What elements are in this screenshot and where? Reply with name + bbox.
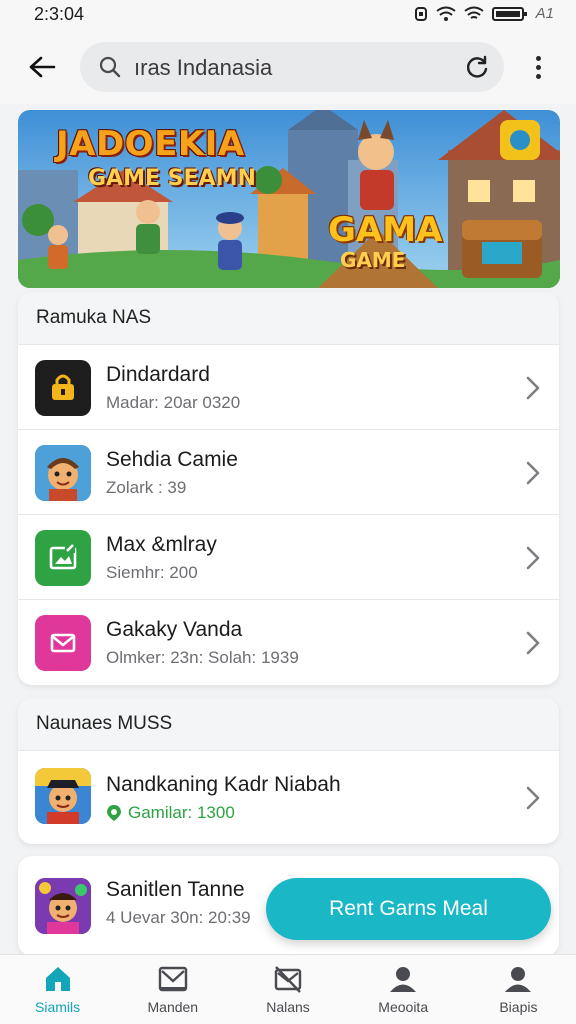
nav-item-home[interactable]: Siamils (0, 955, 115, 1024)
chevron-right-icon (526, 786, 540, 810)
character-icon (35, 878, 91, 934)
more-options-button[interactable] (524, 50, 552, 84)
wifi-icon (436, 6, 456, 22)
battery-icon (491, 6, 528, 22)
nav-item-profile[interactable]: Biapis (461, 955, 576, 1024)
item-subtitle: Zolark : 39 (106, 478, 187, 497)
item-subtitle: 4 Uevar 30n: 20:39 (106, 908, 251, 927)
item-subtitle-group: Gamilar: 1300 (106, 803, 235, 823)
banner-badge-subtitle: GAME (340, 248, 406, 272)
list-item[interactable]: Nandkaning Kadr Niabah Gamilar: 1300 (18, 750, 559, 844)
user-icon (390, 967, 417, 992)
home-icon (45, 967, 70, 991)
item-subtitle: Siemhr: 200 (106, 563, 198, 582)
search-icon (99, 56, 121, 78)
chevron-right-icon (526, 461, 540, 485)
section-header: Naunaes MUSS (18, 698, 559, 750)
banner-subtitle: GAME SEAMN (88, 166, 256, 191)
banner-badge-title: GAMA (328, 210, 443, 250)
section-card-1: Ramuka NAS Dindardard Madar: 20ar 0320 S… (18, 292, 559, 685)
nav-item-crossed-mail[interactable]: Nalans (230, 955, 345, 1024)
list-item[interactable]: Max &mlray Siemhr: 200 (18, 514, 559, 599)
game-banner[interactable]: JADOEKIA GAME SEAMN GAMA GAME (18, 110, 560, 288)
banner-title: JADOEKIA (56, 124, 245, 164)
crossed-mail-icon (274, 966, 302, 993)
back-arrow-icon (29, 56, 56, 78)
item-subtitle: Gamilar: 1300 (128, 803, 235, 822)
nav-item-mail[interactable]: Manden (115, 955, 230, 1024)
item-title: Gakaky Vanda (106, 618, 243, 641)
list-item[interactable]: Gakaky Vanda Olmker: 23n: Solah: 1939 (18, 599, 559, 684)
more-dot (535, 73, 541, 79)
bottom-nav: Siamils Manden Nalans Meooita Biapis (0, 954, 576, 1024)
refresh-icon[interactable] (464, 54, 490, 80)
item-title: Sehdia Camie (106, 448, 238, 471)
more-dot (535, 55, 541, 61)
nav-label: Meooita (378, 999, 429, 1015)
battery-text: A1 (535, 5, 554, 22)
chevron-right-icon (526, 631, 540, 655)
status-bar: 2:3:04 A1 (0, 0, 576, 30)
list-item[interactable]: Dindardard Madar: 20ar 0320 (18, 344, 559, 429)
item-title: Dindardard (106, 363, 210, 386)
status-icons: A1 (414, 5, 554, 22)
nav-label: Nalans (266, 999, 310, 1015)
search-input[interactable] (134, 55, 454, 81)
nav-item-user[interactable]: Meooita (346, 955, 461, 1024)
section-header: Ramuka NAS (18, 292, 559, 344)
rent-games-button[interactable]: Rent Garns Meal (266, 878, 551, 940)
item-subtitle: Madar: 20ar 0320 (106, 393, 241, 412)
image-icon (35, 530, 91, 586)
alarm-icon (414, 6, 428, 22)
nav-label: Biapis (499, 999, 538, 1015)
nav-label: Manden (147, 999, 199, 1015)
item-title: Nandkaning Kadr Niabah (106, 773, 341, 796)
profile-icon (505, 967, 532, 992)
section-card-2: Naunaes MUSS Nandkaning Kadr Niabah Gami… (18, 698, 559, 844)
item-subtitle: Olmker: 23n: Solah: 1939 (106, 648, 299, 667)
signal-icon (464, 6, 484, 22)
item-title: Max &mlray (106, 533, 217, 556)
top-bar (0, 30, 576, 104)
search-bar[interactable] (80, 42, 504, 92)
list-item[interactable]: Sehdia Camie Zolark : 39 (18, 429, 559, 514)
lock-icon (35, 360, 91, 416)
nav-label: Siamils (35, 999, 81, 1015)
item-title: Sanitlen Tanne (106, 878, 245, 901)
game-avatar-icon (35, 445, 91, 501)
location-pin-icon (107, 805, 121, 821)
mail-icon (158, 966, 187, 992)
chevron-right-icon (526, 376, 540, 400)
chevron-right-icon (526, 546, 540, 570)
back-button[interactable] (22, 50, 62, 84)
character-icon (35, 768, 91, 824)
status-time: 2:3:04 (34, 4, 85, 24)
more-dot (535, 64, 541, 70)
mail-icon (35, 615, 91, 671)
